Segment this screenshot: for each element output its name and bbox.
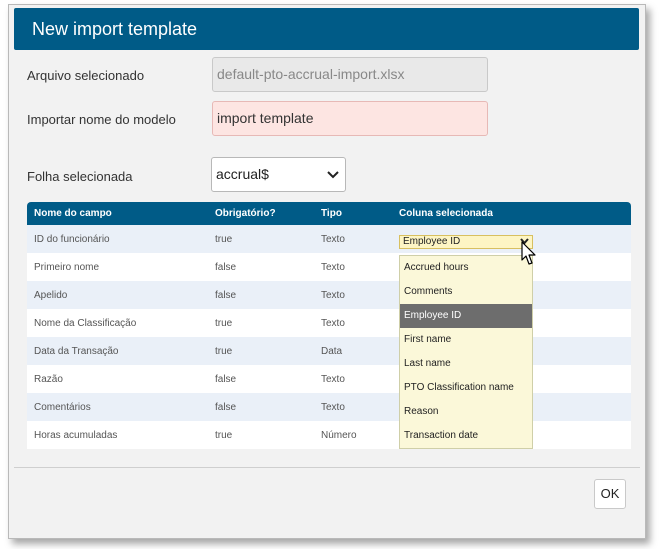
row-type: Número: [314, 421, 392, 449]
sheet-select[interactable]: accrual$: [211, 157, 346, 192]
row-required: false: [208, 393, 314, 421]
row-field: Primeiro nome: [27, 253, 208, 281]
table-row: Comentários false Texto: [27, 393, 631, 421]
row-required: false: [208, 281, 314, 309]
row-type: Texto: [314, 253, 392, 281]
table-row: Primeiro nome false Texto: [27, 253, 631, 281]
table-row: Data da Transação true Data: [27, 337, 631, 365]
row-field: Apelido: [27, 281, 208, 309]
header-type: Tipo: [314, 202, 392, 225]
row-type: Texto: [314, 365, 392, 393]
row-required: true: [208, 309, 314, 337]
row-required: true: [208, 225, 314, 253]
row-required: false: [208, 253, 314, 281]
template-name-label: Importar nome do modelo: [27, 112, 176, 127]
header-field: Nome do campo: [27, 202, 208, 225]
dropdown-option[interactable]: Last name: [400, 352, 532, 376]
sheet-label: Folha selecionada: [27, 169, 133, 184]
table-row: Apelido false Texto: [27, 281, 631, 309]
row-required: false: [208, 365, 314, 393]
template-name-input[interactable]: import template: [212, 101, 488, 136]
row-type: Data: [314, 337, 392, 365]
dropdown-option[interactable]: First name: [400, 328, 532, 352]
import-template-dialog: New import template Arquivo selecionado …: [8, 4, 646, 539]
header-required: Obrigatório?: [208, 202, 314, 225]
row-field: Razão: [27, 365, 208, 393]
mouse-pointer-icon: [521, 241, 536, 265]
table-row: Razão false Texto: [27, 365, 631, 393]
column-dropdown-list: Accrued hours Comments Employee ID First…: [399, 255, 533, 449]
dropdown-option[interactable]: Comments: [400, 280, 532, 304]
row-type: Texto: [314, 281, 392, 309]
row-type: Texto: [314, 309, 392, 337]
column-select-value: Employee ID: [403, 236, 461, 247]
ok-button[interactable]: OK: [594, 479, 626, 509]
table-row: Nome da Classificação true Texto: [27, 309, 631, 337]
dropdown-option[interactable]: Reason: [400, 400, 532, 424]
dropdown-option[interactable]: Accrued hours: [400, 256, 532, 280]
row-field: Horas acumuladas: [27, 421, 208, 449]
row-field: Comentários: [27, 393, 208, 421]
table-row: Horas acumuladas true Número: [27, 421, 631, 449]
row-field: Nome da Classificação: [27, 309, 208, 337]
row-required: true: [208, 337, 314, 365]
row-field: Data da Transação: [27, 337, 208, 365]
footer-divider: [14, 467, 640, 468]
table-row: ID do funcionário true Texto: [27, 225, 631, 253]
table-header-row: Nome do campo Obrigatório? Tipo Coluna s…: [27, 202, 631, 225]
row-type: Texto: [314, 393, 392, 421]
field-mapping-table: Nome do campo Obrigatório? Tipo Coluna s…: [27, 202, 631, 449]
row-type: Texto: [314, 225, 392, 253]
file-label: Arquivo selecionado: [27, 68, 145, 83]
dropdown-option[interactable]: PTO Classification name: [400, 376, 532, 400]
dialog-title: New import template: [32, 19, 198, 39]
sheet-select-value: accrual$: [216, 166, 269, 182]
dropdown-option[interactable]: Transaction date: [400, 424, 532, 448]
row-field: ID do funcionário: [27, 225, 208, 253]
header-selected-column: Coluna selecionada: [392, 202, 631, 225]
file-field: default-pto-accrual-import.xlsx: [212, 57, 488, 92]
chevron-down-icon: [327, 171, 339, 179]
dropdown-option-selected[interactable]: Employee ID: [400, 304, 532, 328]
row-required: true: [208, 421, 314, 449]
dialog-title-bar: New import template: [14, 8, 639, 50]
column-select[interactable]: Employee ID: [399, 235, 533, 249]
